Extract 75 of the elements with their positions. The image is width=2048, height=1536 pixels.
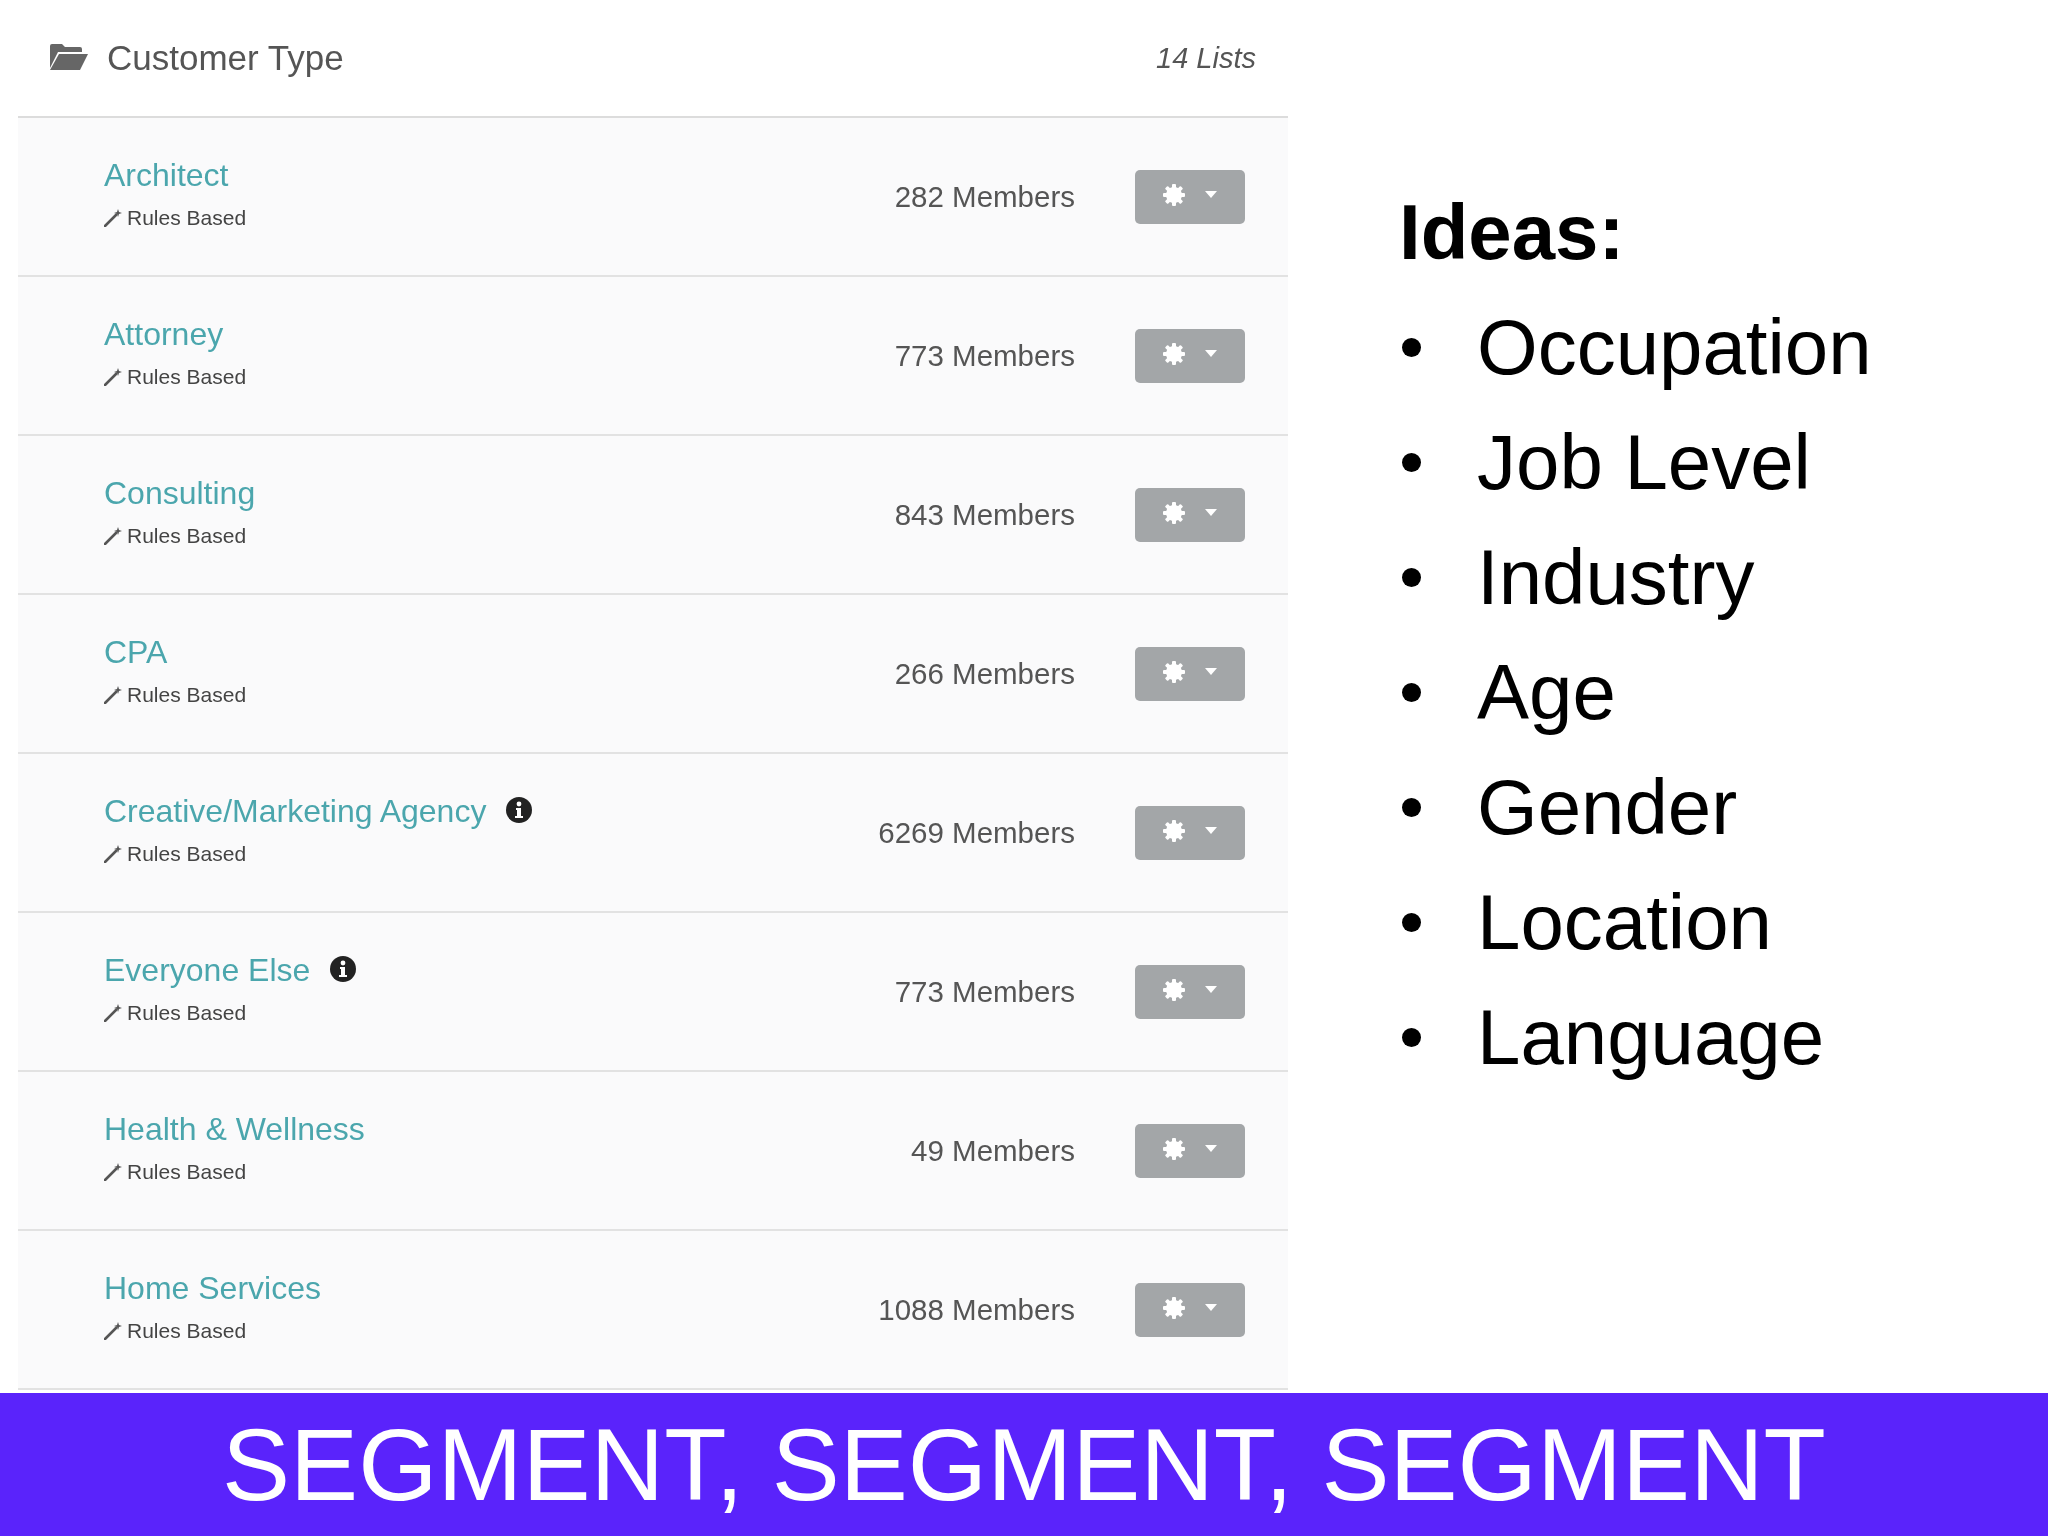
wand-icon (104, 1003, 122, 1022)
member-count: 282 Members (894, 179, 1075, 214)
list-name-link[interactable]: Everyone Else (104, 952, 311, 989)
bullet-icon (1402, 913, 1421, 932)
idea-item: Occupation (1477, 302, 1872, 393)
list-count: 14 Lists (1156, 41, 1256, 75)
caret-icon (1205, 668, 1217, 675)
bullet-icon (1402, 1028, 1421, 1047)
caret-icon (1205, 509, 1217, 516)
list-name-link[interactable]: Home Services (104, 1270, 321, 1307)
member-count: 1088 Members (878, 1292, 1075, 1327)
list-name-link[interactable]: Attorney (104, 316, 224, 353)
list-type: Rules Based (127, 682, 247, 707)
list-type: Rules Based (127, 205, 247, 230)
banner-text: SEGMENT, SEGMENT, SEGMENT (222, 1406, 1826, 1524)
gear-icon (1163, 660, 1185, 683)
member-count: 843 Members (894, 497, 1075, 532)
idea-item: Location (1477, 877, 1772, 968)
caret-icon (1205, 350, 1217, 357)
list-type: Rules Based (127, 1159, 247, 1184)
settings-dropdown-button[interactable] (1135, 964, 1245, 1019)
caret-icon (1205, 1304, 1217, 1311)
member-count: 6269 Members (878, 815, 1075, 850)
list-group-title: Customer Type (107, 38, 344, 78)
member-count: 49 Members (911, 1133, 1075, 1168)
idea-item: Job Level (1477, 417, 1811, 508)
list-type: Rules Based (127, 523, 247, 548)
bullet-icon (1402, 683, 1421, 702)
list-name-link[interactable]: Architect (104, 157, 229, 194)
wand-icon (104, 1162, 122, 1181)
list-type: Rules Based (127, 364, 247, 389)
member-count: 266 Members (894, 656, 1075, 691)
gear-icon (1163, 978, 1185, 1001)
caret-icon (1205, 191, 1217, 198)
wand-icon (104, 526, 122, 545)
settings-dropdown-button[interactable] (1135, 805, 1245, 860)
idea-item: Industry (1477, 532, 1755, 623)
list-name-link[interactable]: Health & Wellness (104, 1111, 365, 1148)
list-type: Rules Based (127, 1000, 247, 1025)
wand-icon (104, 208, 122, 227)
ideas-heading: Ideas: (1399, 187, 1625, 278)
settings-dropdown-button[interactable] (1135, 1123, 1245, 1178)
gear-icon (1163, 1137, 1185, 1160)
wand-icon (104, 367, 122, 386)
bullet-icon (1402, 338, 1421, 357)
bullet-icon (1402, 453, 1421, 472)
caret-icon (1205, 986, 1217, 993)
settings-dropdown-button[interactable] (1135, 646, 1245, 701)
gear-icon (1163, 1296, 1185, 1319)
idea-item: Language (1477, 992, 1825, 1083)
list-name-link[interactable]: Consulting (104, 475, 256, 512)
member-count: 773 Members (894, 338, 1075, 373)
caret-icon (1205, 827, 1217, 834)
wand-icon (104, 844, 122, 863)
bullet-icon (1402, 568, 1421, 587)
list-name-link[interactable]: Creative/Marketing Agency (104, 793, 487, 830)
gear-icon (1163, 501, 1185, 524)
settings-dropdown-button[interactable] (1135, 328, 1245, 383)
member-count: 773 Members (894, 974, 1075, 1009)
list-type: Rules Based (127, 841, 247, 866)
list-name-link[interactable]: CPA (104, 634, 168, 671)
wand-icon (104, 1321, 122, 1340)
gear-icon (1163, 819, 1185, 842)
settings-dropdown-button[interactable] (1135, 169, 1245, 224)
gear-icon (1163, 342, 1185, 365)
wand-icon (104, 685, 122, 704)
caret-icon (1205, 1145, 1217, 1152)
settings-dropdown-button[interactable] (1135, 487, 1245, 542)
idea-item: Age (1477, 647, 1616, 738)
settings-dropdown-button[interactable] (1135, 1282, 1245, 1337)
folder-icon (50, 44, 88, 70)
idea-item: Gender (1477, 762, 1738, 853)
bullet-icon (1402, 798, 1421, 817)
gear-icon (1163, 183, 1185, 206)
list-type: Rules Based (127, 1318, 247, 1343)
